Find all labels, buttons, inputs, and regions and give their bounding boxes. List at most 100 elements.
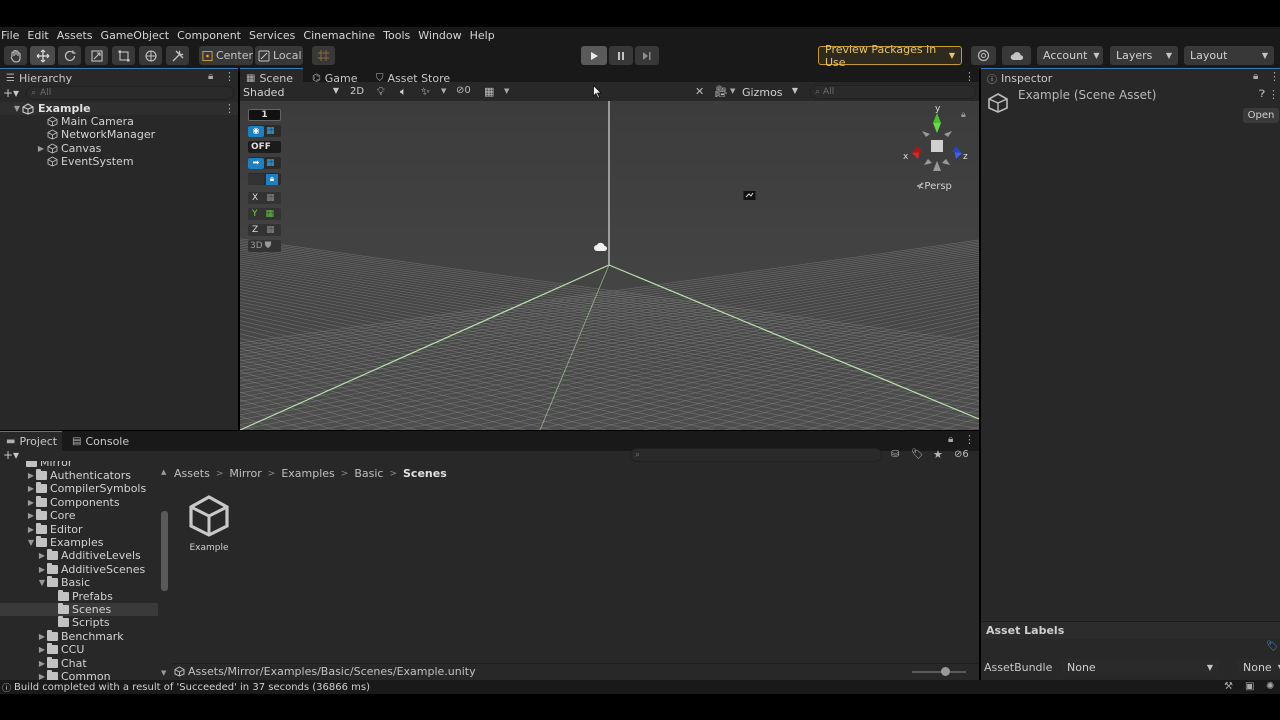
folder-row[interactable]: ▶ Components bbox=[26, 495, 120, 509]
audio-toggle-icon[interactable]: 🔈︎ bbox=[400, 85, 407, 99]
bug-report-icon[interactable]: ⚒ bbox=[1224, 681, 1233, 692]
asset-labels-header[interactable]: Asset Labels bbox=[981, 621, 1280, 639]
expand-arrow-down-icon[interactable]: ▼ bbox=[26, 538, 36, 547]
help-icon[interactable]: ❓︎ bbox=[1259, 89, 1265, 100]
layout-dropdown[interactable]: Layout ▼ bbox=[1184, 46, 1274, 65]
folder-row[interactable]: Prefabs bbox=[48, 589, 113, 603]
tools-icon[interactable]: ✕ bbox=[695, 85, 704, 98]
cloud-button[interactable] bbox=[1002, 46, 1031, 65]
tab-console[interactable]: ▤ Console bbox=[66, 431, 136, 451]
folder-row[interactable]: ▶ Authenticators bbox=[26, 469, 131, 482]
expand-arrow-right-icon[interactable]: ▶ bbox=[26, 498, 36, 507]
favorite-star-icon[interactable]: ★ bbox=[933, 448, 943, 461]
tab-inspector[interactable]: ⓘ Inspector bbox=[981, 68, 1280, 88]
menu-cinemachine[interactable]: Cinemachine bbox=[303, 29, 379, 42]
expand-arrow-right-icon[interactable]: ▶ bbox=[26, 511, 36, 520]
menu-edit[interactable]: Edit bbox=[27, 29, 52, 42]
lock-icon[interactable]: 🔒︎ bbox=[1253, 71, 1258, 82]
grid-off-toggle[interactable]: OFF bbox=[248, 141, 281, 153]
create-asset-button[interactable]: +▾ bbox=[3, 448, 19, 462]
camera-gizmo-icon[interactable] bbox=[743, 190, 756, 201]
more-menu-icon[interactable]: ⋮ bbox=[964, 433, 975, 446]
effects-toggle-icon[interactable]: ✨︎ bbox=[421, 85, 430, 99]
notification-icon[interactable]: ▣ bbox=[1245, 681, 1254, 692]
space-toggle[interactable]: Local bbox=[255, 46, 303, 65]
expand-arrow-right-icon[interactable]: ▶ bbox=[37, 565, 47, 574]
folder-row[interactable]: Scenes bbox=[0, 603, 158, 616]
z-axis-snap[interactable]: Z ▦ bbox=[248, 224, 281, 236]
lock-icon[interactable]: 🔒︎ bbox=[208, 71, 213, 82]
tab-hierarchy[interactable]: ☰ Hierarchy bbox=[0, 68, 238, 88]
2d-toggle[interactable]: 2D bbox=[350, 86, 364, 97]
open-button[interactable]: Open bbox=[1243, 108, 1279, 123]
hierarchy-item[interactable]: Main Camera bbox=[0, 115, 134, 128]
folder-row[interactable]: ▼ Basic bbox=[37, 576, 90, 589]
folder-row[interactable]: ▶ Benchmark bbox=[37, 629, 124, 643]
breadcrumb-item[interactable]: Assets bbox=[174, 467, 210, 480]
scene-viewport[interactable]: 1 ◉ ▦ OFF ➡ ▦ 🔒︎ X ▦ Y ▦ Z ▦ 3D ⛊ y x z … bbox=[240, 101, 979, 430]
shading-dropdown[interactable]: Shaded ▼ bbox=[243, 86, 339, 99]
pivot-toggle[interactable]: Center bbox=[199, 46, 253, 65]
gizmo-lock-icon[interactable]: 🔒︎ bbox=[961, 110, 966, 120]
light-gizmo-icon[interactable] bbox=[594, 241, 608, 253]
scene-row[interactable]: ▼ Example ⋮ bbox=[0, 102, 238, 115]
folder-row[interactable]: ▶ Core bbox=[26, 509, 75, 522]
hierarchy-item[interactable]: ▶ Canvas bbox=[0, 142, 101, 155]
hand-tool-button[interactable] bbox=[4, 46, 27, 65]
breadcrumb-current[interactable]: Scenes bbox=[403, 467, 447, 480]
expand-arrow-right-icon[interactable]: ▶ bbox=[26, 525, 36, 534]
account-dropdown[interactable]: Account ▼ bbox=[1037, 46, 1103, 65]
folder-row[interactable]: ▶ Common bbox=[37, 670, 111, 680]
perspective-toggle[interactable]: ≮Persp bbox=[916, 181, 952, 192]
expand-arrow-right-icon[interactable]: ▶ bbox=[26, 484, 36, 493]
scroll-down-arrow-icon[interactable]: ▼ bbox=[161, 669, 166, 677]
expand-arrow-right-icon[interactable]: ▶ bbox=[37, 551, 47, 560]
breadcrumb-item[interactable]: Mirror bbox=[229, 467, 261, 480]
rotate-tool-button[interactable] bbox=[58, 46, 81, 65]
label-tag-icon[interactable]: 🏷︎ bbox=[1266, 641, 1279, 652]
project-search-input[interactable]: ⌕ bbox=[630, 448, 882, 462]
menu-assets[interactable]: Assets bbox=[57, 29, 97, 42]
3d-toggle[interactable]: 3D ⛊ bbox=[248, 240, 281, 252]
pause-button[interactable] bbox=[609, 46, 633, 65]
folder-row[interactable]: ▼ Examples bbox=[26, 536, 103, 549]
y-axis-snap[interactable]: Y ▦ bbox=[248, 208, 281, 220]
more-menu-icon[interactable]: ⋮ bbox=[224, 70, 235, 83]
expand-arrow-icon[interactable]: ▼ bbox=[12, 104, 22, 113]
menu-services[interactable]: Services bbox=[249, 29, 299, 42]
snap-increment-field[interactable]: 1 bbox=[248, 109, 281, 121]
expand-arrow-right-icon[interactable]: ▶ bbox=[37, 645, 47, 654]
create-button[interactable]: +▾ bbox=[3, 86, 19, 100]
expand-arrow-right-icon[interactable]: ▶ bbox=[37, 659, 47, 668]
filter-label-icon[interactable]: 🏷︎ bbox=[911, 449, 924, 460]
scroll-up-arrow-icon[interactable]: ▲ bbox=[161, 468, 166, 476]
folder-row[interactable]: Mirror bbox=[26, 461, 72, 469]
hidden-objects-toggle[interactable]: ⊘0 bbox=[456, 85, 471, 96]
lock-icon[interactable]: 🔒︎ bbox=[948, 434, 953, 445]
zoom-slider-track[interactable] bbox=[912, 671, 966, 673]
preview-packages-dropdown[interactable]: Preview Packages in Use ▼ bbox=[818, 43, 962, 69]
hierarchy-search-input[interactable]: ⌕ All bbox=[26, 86, 234, 100]
scene-more-icon[interactable]: ⋮ bbox=[224, 102, 235, 115]
custom-tool-button[interactable] bbox=[166, 46, 189, 65]
asset-tile[interactable]: Example bbox=[183, 493, 235, 559]
folder-row[interactable]: Scripts bbox=[48, 616, 110, 629]
assetbundle-dropdown[interactable]: None ▼ bbox=[1061, 659, 1219, 675]
folder-row[interactable]: ▶ CompilerSymbols bbox=[26, 482, 146, 495]
camera-caret-icon[interactable]: ▼ bbox=[730, 87, 735, 95]
menu-component[interactable]: Component bbox=[177, 29, 245, 42]
x-axis-snap[interactable]: X ▦ bbox=[248, 192, 281, 204]
transform-tool-button[interactable] bbox=[139, 46, 162, 65]
expand-arrow-down-icon[interactable]: ▼ bbox=[37, 578, 47, 587]
menu-tools[interactable]: Tools bbox=[383, 29, 414, 42]
expand-arrow-right-icon[interactable]: ▶ bbox=[37, 672, 47, 680]
expand-arrow-icon[interactable]: ▶ bbox=[35, 144, 47, 153]
menu-window[interactable]: Window bbox=[418, 29, 465, 42]
step-button[interactable] bbox=[635, 46, 659, 65]
folder-row[interactable]: ▶ CCU bbox=[37, 643, 84, 656]
folder-row[interactable]: ▶ Chat bbox=[37, 656, 87, 670]
grid-toggle-icon[interactable]: ▦ bbox=[484, 85, 494, 98]
scale-tool-button[interactable] bbox=[85, 46, 108, 65]
folder-row[interactable]: ▶ AdditiveScenes bbox=[37, 562, 145, 576]
more-menu-icon[interactable]: ⋮ bbox=[1269, 70, 1280, 83]
